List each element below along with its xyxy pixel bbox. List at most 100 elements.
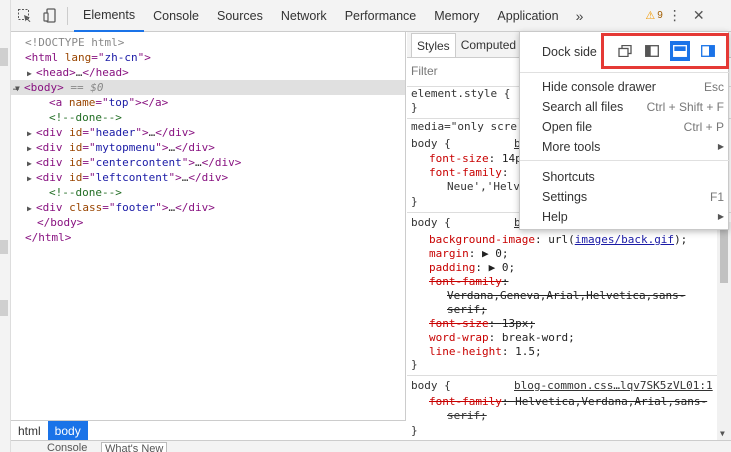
expand-triangle-icon[interactable]: ▶ — [27, 126, 36, 141]
gutter-mark — [0, 240, 8, 254]
kebab-menu-icon[interactable]: ⋮ — [663, 0, 687, 32]
dom-node-line[interactable]: ▶ <div id="header">…</div> — [11, 125, 405, 141]
dock-left-icon[interactable] — [642, 41, 662, 61]
dom-token: footer — [115, 201, 156, 214]
gutter-mark — [0, 48, 8, 66]
tab-sources[interactable]: Sources — [208, 0, 272, 32]
css-property: padding: ▶ 0; — [429, 261, 731, 275]
rule-close-brace: } — [411, 424, 418, 437]
expand-triangle-icon[interactable]: ▶ — [27, 171, 36, 186]
collapse-triangle-icon[interactable]: ▼ — [15, 81, 24, 96]
menu-item-more-tools[interactable]: More tools ▶ — [520, 137, 730, 157]
menu-item-settings[interactable]: Settings F1 — [520, 187, 730, 207]
css-property: serif; — [447, 303, 731, 317]
scroll-down-icon[interactable]: ▼ — [720, 429, 725, 438]
menu-item-shortcuts[interactable]: Shortcuts — [520, 167, 730, 187]
menu-divider — [520, 160, 730, 161]
more-tabs-button[interactable]: » — [568, 0, 592, 32]
dom-token: <body> — [24, 81, 64, 94]
page-gutter — [0, 0, 11, 452]
tab-styles[interactable]: Styles — [411, 33, 456, 57]
menu-item-label: Shortcuts — [542, 170, 595, 184]
styles-scrollbar[interactable]: ▼ — [717, 222, 731, 440]
drawer-tab-whats-new[interactable]: What's New — [101, 442, 168, 452]
styles-filter-input[interactable]: Filter — [411, 64, 438, 78]
property-url-link[interactable]: images/back.gif — [575, 233, 674, 246]
dom-token: <html — [25, 51, 65, 64]
dock-right-icon[interactable] — [698, 41, 718, 61]
dom-node-line[interactable]: </body> — [11, 215, 405, 230]
property-colon: : — [534, 233, 549, 246]
scrollbar-thumb[interactable] — [720, 227, 728, 283]
dom-token: top — [108, 96, 129, 109]
property-value-end: ); — [674, 233, 688, 246]
tab-computed[interactable]: Computed — [456, 33, 521, 57]
property-value: serif; — [447, 409, 487, 422]
device-toolbar-icon[interactable] — [37, 0, 63, 32]
gutter-mark — [0, 300, 8, 316]
devtools-toolbar: Elements Console Sources Network Performance… — [11, 0, 731, 32]
inspect-element-icon[interactable] — [11, 0, 37, 32]
dom-token: </div> — [175, 141, 215, 154]
undock-icon[interactable] — [615, 41, 635, 61]
dom-token: "> — [137, 51, 151, 64]
dom-node-line[interactable]: <a name="top"></a> — [11, 95, 405, 110]
dom-node-line[interactable]: ▶ <div id="mytopmenu">…</div> — [11, 140, 405, 156]
warning-icon: ⚠ — [645, 10, 656, 22]
dom-node-line[interactable]: <!DOCTYPE html> — [11, 35, 405, 50]
dom-node-line[interactable]: <!--done--> — [11, 185, 405, 200]
dom-node-line[interactable]: ▶ <div class="footer">…</div> — [11, 200, 405, 216]
tab-network[interactable]: Network — [272, 0, 336, 32]
dom-node-line[interactable]: … ▼ <body> == $0 — [11, 80, 405, 96]
property-name: background-image — [429, 233, 535, 246]
breadcrumb-item-body[interactable]: body — [47, 420, 88, 441]
toolbar-divider — [67, 6, 68, 25]
tab-memory[interactable]: Memory — [425, 0, 488, 32]
dom-token: id — [69, 171, 83, 184]
css-property: word-wrap: break-word; — [429, 331, 731, 345]
expand-triangle-icon[interactable]: ▶ — [27, 201, 36, 216]
dom-node-line[interactable]: ▶ <div id="centercontent">…</div> — [11, 155, 405, 171]
property-value: serif; — [447, 303, 487, 316]
menu-item-search-all-files[interactable]: Search all files Ctrl + Shift + F — [520, 97, 730, 117]
property-colon: : — [488, 317, 502, 330]
dom-token: class — [69, 201, 103, 214]
property-name: word-wrap — [429, 331, 489, 344]
expand-triangle-icon[interactable]: ▶ — [27, 141, 36, 156]
property-name: font-family — [429, 395, 502, 408]
expand-triangle-icon[interactable]: ▶ — [27, 156, 36, 171]
property-colon: : — [501, 275, 509, 288]
dom-token: id — [69, 126, 83, 139]
tab-performance[interactable]: Performance — [336, 0, 426, 32]
dom-token: centercontent — [95, 156, 182, 169]
dom-token: … — [194, 156, 202, 169]
expand-triangle-icon[interactable]: ▶ — [27, 66, 36, 81]
dom-token: leftcontent — [95, 171, 169, 184]
rule-source-link[interactable]: blog-common.css…lqv7SK5zVL01:1 — [514, 379, 714, 393]
dom-token: "> — [135, 126, 149, 139]
tab-console[interactable]: Console — [144, 0, 208, 32]
dom-token: lang — [64, 51, 92, 64]
warnings-badge[interactable]: ⚠ 9 — [645, 9, 662, 22]
property-value: Verdana,Geneva,Arial,Helvetica,sans- — [447, 289, 686, 302]
dom-token: =" — [102, 201, 116, 214]
property-value: ▶ 0; — [482, 247, 509, 260]
dom-node-line[interactable]: ▶ <head>…</head> — [11, 65, 405, 81]
dock-side-label: Dock side — [542, 45, 597, 59]
dom-node-line[interactable]: <html lang="zh-cn"> — [11, 50, 405, 65]
property-name: font-family — [429, 166, 502, 179]
tab-application[interactable]: Application — [488, 0, 567, 32]
menu-item-hide-console-drawer[interactable]: Hide console drawer Esc — [520, 77, 730, 97]
breadcrumb-item-html[interactable]: html — [11, 421, 48, 441]
menu-item-shortcut: F1 — [709, 190, 724, 204]
close-icon[interactable]: ✕ — [687, 0, 711, 32]
dom-node-line[interactable]: </html> — [11, 230, 405, 245]
dom-node-line[interactable]: <!--done--> — [11, 110, 405, 125]
dock-bottom-icon[interactable] — [670, 41, 690, 61]
menu-item-shortcut: Esc — [703, 80, 724, 94]
tab-elements[interactable]: Elements — [74, 0, 145, 32]
dom-node-line[interactable]: ▶ <div id="leftcontent">…</div> — [11, 170, 405, 186]
menu-item-help[interactable]: Help ▶ — [520, 207, 730, 227]
drawer-tab-console[interactable]: Console — [47, 442, 87, 452]
menu-item-open-file[interactable]: Open file Ctrl + P — [520, 117, 730, 137]
